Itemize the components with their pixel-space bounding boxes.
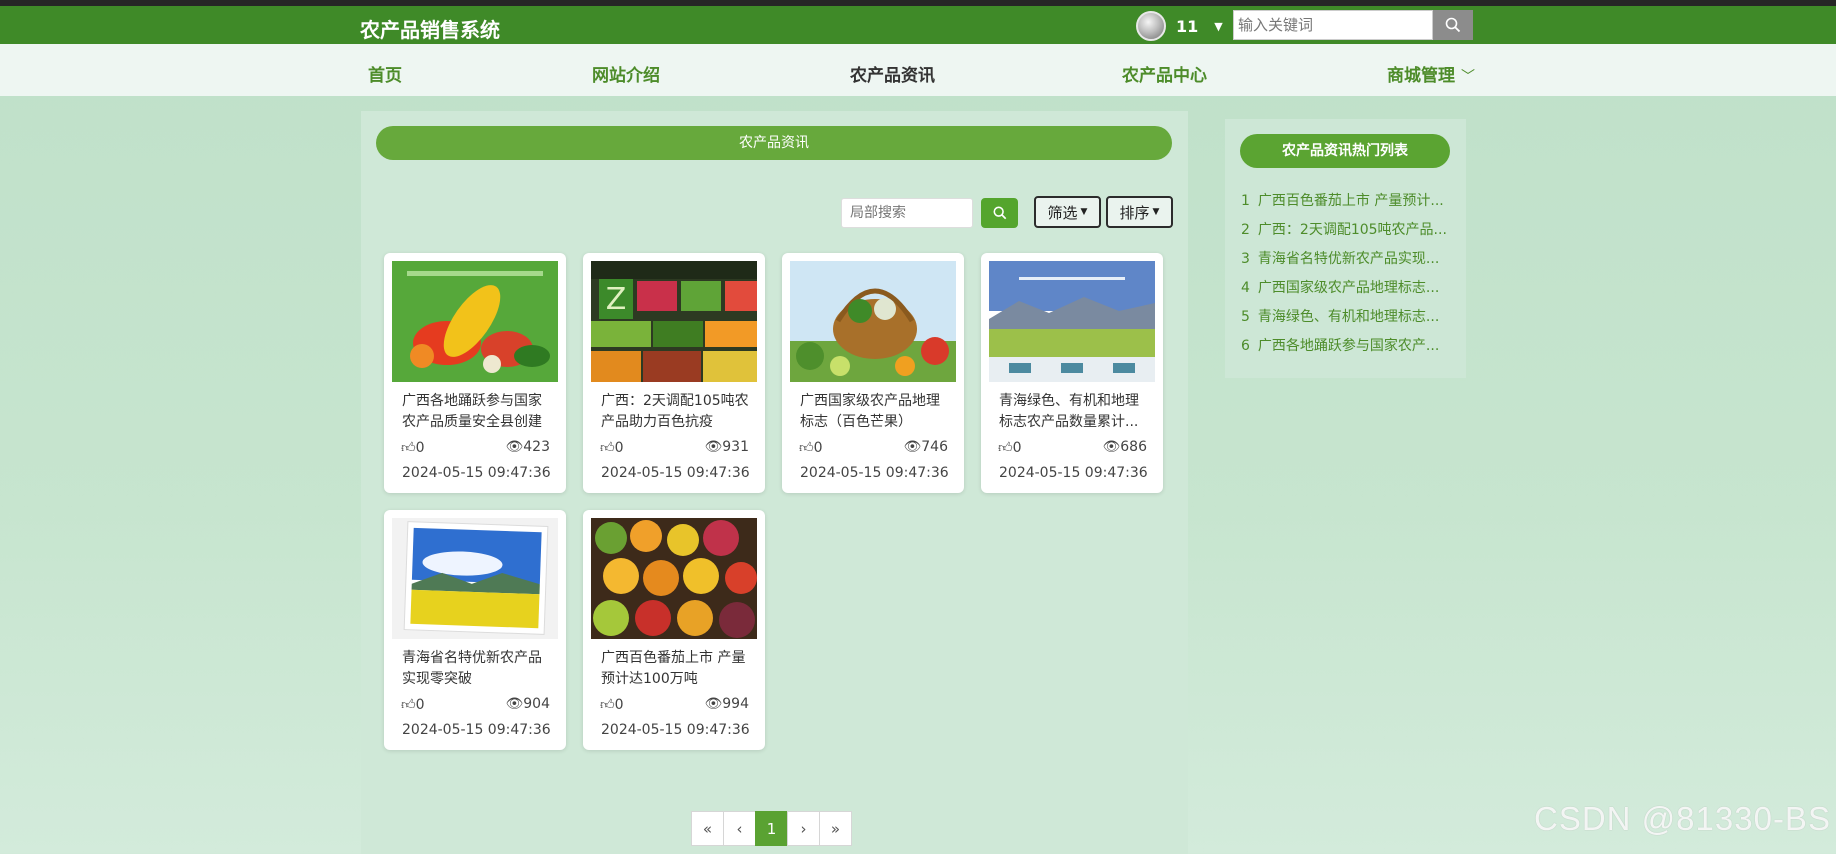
nav-products[interactable]: 农产品中心 [1122, 61, 1207, 86]
caret-down-icon: ▼ [1080, 207, 1088, 217]
page-last-button[interactable]: » [819, 811, 852, 846]
chevron-down-icon: ﹀ [1461, 69, 1475, 85]
view-count: 👁︎ 931 [704, 439, 749, 455]
news-thumbnail-canola-field[interactable] [392, 518, 558, 639]
hot-list-item[interactable]: 3 青海省名特优新农产品实现... [1241, 248, 1451, 277]
sort-label: 排序 [1119, 203, 1150, 222]
user-name[interactable]: 11 [1176, 17, 1198, 36]
page-current-button[interactable]: 1 [755, 811, 788, 846]
user-menu[interactable]: 11 ▼ [1136, 11, 1223, 41]
view-count: 👁︎ 686 [1102, 439, 1147, 455]
like-count[interactable]: 👍︎ 0 [600, 439, 624, 457]
search-input[interactable] [1233, 10, 1433, 40]
news-date: 2024-05-15 09:47:36 [601, 722, 750, 738]
nav-about[interactable]: 网站介绍 [592, 61, 660, 86]
pagination: « ‹ 1 › » [691, 811, 852, 846]
like-count[interactable]: 👍︎ 0 [600, 696, 624, 714]
news-card[interactable]: 广西各地踊跃参与国家农产品质量安全县创建 👍︎ 0 👁︎ 423 2024-05-1… [384, 253, 566, 493]
news-card[interactable]: 青海省名特优新农产品实现零突破 👍︎ 0 👁︎ 904 2024-05-15 09:… [384, 510, 566, 750]
like-count[interactable]: 👍︎ 0 [799, 439, 823, 457]
hot-list-item[interactable]: 4 广西国家级农产品地理标志... [1241, 277, 1451, 306]
news-card[interactable]: 青海绿色、有机和地理标志农产品数量累计... 👍︎ 0 👁︎ 686 2024-05… [981, 253, 1163, 493]
search-icon [1445, 17, 1461, 33]
news-thumbnail-produce-shelf[interactable]: Z [591, 261, 757, 382]
main-nav: 首页 网站介绍 农产品资讯 农产品中心 商城管理 ﹀ [0, 44, 1836, 96]
news-date: 2024-05-15 09:47:36 [402, 465, 551, 481]
nav-mall-label: 商城管理 [1387, 66, 1455, 86]
thumbs-up-icon: 👍︎ [401, 697, 416, 713]
news-thumbnail-vegetables[interactable] [392, 261, 558, 382]
thumbs-up-icon: 👍︎ [600, 697, 615, 713]
eye-icon: 👁︎ [1102, 439, 1121, 455]
filter-label: 筛选 [1047, 203, 1078, 222]
news-card-title[interactable]: 青海绿色、有机和地理标志农产品数量累计... [999, 391, 1149, 433]
news-card-title[interactable]: 广西各地踊跃参与国家农产品质量安全县创建 [402, 391, 552, 433]
page-next-button[interactable]: › [787, 811, 820, 846]
news-date: 2024-05-15 09:47:36 [402, 722, 551, 738]
watermark: CSDN @81330-BS [1534, 800, 1831, 837]
thumbs-up-icon: 👍︎ [799, 440, 814, 456]
like-count[interactable]: 👍︎ 0 [401, 439, 425, 457]
view-count: 👁︎ 994 [704, 696, 749, 712]
hot-list-item[interactable]: 5 青海绿色、有机和地理标志... [1241, 306, 1451, 335]
hot-list-title: 农产品资讯热门列表 [1240, 134, 1450, 168]
page-first-button[interactable]: « [691, 811, 724, 846]
nav-mall-management[interactable]: 商城管理 ﹀ [1387, 61, 1475, 86]
hot-list-item[interactable]: 2 广西：2天调配105吨农产品... [1241, 219, 1451, 248]
eye-icon: 👁︎ [505, 439, 524, 455]
thumbs-up-icon: 👍︎ [998, 440, 1013, 456]
news-thumbnail-basket[interactable] [790, 261, 956, 382]
hot-list: 1 广西百色番茄上市 产量预计... 2 广西：2天调配105吨农产品... 3 青海… [1241, 190, 1451, 364]
eye-icon: 👁︎ [505, 696, 524, 712]
section-title: 农产品资讯 [376, 126, 1172, 160]
news-card-title[interactable]: 广西：2天调配105吨农产品助力百色抗疫 [601, 391, 751, 433]
like-count[interactable]: 👍︎ 0 [401, 696, 425, 714]
view-count: 👁︎ 423 [505, 439, 550, 455]
news-card-title[interactable]: 广西国家级农产品地理标志（百色芒果） [800, 391, 950, 433]
view-count: 👁︎ 904 [505, 696, 550, 712]
filter-dropdown[interactable]: 筛选 ▼ [1034, 196, 1101, 228]
site-title[interactable]: 农产品销售系统 [360, 14, 500, 43]
news-card[interactable]: Z 广西：2天调配105吨农产品助力百色抗疫 👍︎ 0 👁︎ 931 2024-05… [583, 253, 765, 493]
news-thumbnail-fruits[interactable] [591, 518, 757, 639]
nav-home[interactable]: 首页 [368, 61, 402, 86]
like-count[interactable]: 👍︎ 0 [998, 439, 1022, 457]
svg-text:Z: Z [606, 282, 627, 317]
news-date: 2024-05-15 09:47:36 [800, 465, 949, 481]
caret-down-icon[interactable]: ▼ [1214, 20, 1222, 33]
hot-list-item[interactable]: 1 广西百色番茄上市 产量预计... [1241, 190, 1451, 219]
search-icon [993, 206, 1006, 220]
nav-news[interactable]: 农产品资讯 [850, 61, 935, 86]
news-card-title[interactable]: 广西百色番茄上市 产量预计达100万吨 [601, 648, 751, 690]
news-card[interactable]: 广西国家级农产品地理标志（百色芒果） 👍︎ 0 👁︎ 746 2024-05-15 … [782, 253, 964, 493]
sort-dropdown[interactable]: 排序 ▼ [1106, 196, 1173, 228]
thumbs-up-icon: 👍︎ [600, 440, 615, 456]
search-button[interactable] [1433, 10, 1473, 40]
page-prev-button[interactable]: ‹ [723, 811, 756, 846]
news-panel: 农产品资讯 筛选▼ 排序▼ 广西各地踊跃参与国家农产品质量安全县创建 [361, 111, 1188, 854]
eye-icon: 👁︎ [903, 439, 922, 455]
news-card[interactable]: 广西百色番茄上市 产量预计达100万吨 👍︎ 0 👁︎ 994 2024-05-15… [583, 510, 765, 750]
hot-list-panel: 农产品资讯热门列表 1 广西百色番茄上市 产量预计... 2 广西：2天调配105吨… [1225, 119, 1466, 378]
header-search [1233, 10, 1473, 40]
top-bar: 农产品销售系统 11 ▼ [0, 0, 1836, 44]
news-date: 2024-05-15 09:47:36 [999, 465, 1148, 481]
hot-list-item[interactable]: 6 广西各地踊跃参与国家农产... [1241, 335, 1451, 364]
local-search-button[interactable] [981, 198, 1018, 228]
avatar[interactable] [1136, 11, 1166, 41]
news-card-title[interactable]: 青海省名特优新农产品实现零突破 [402, 648, 552, 690]
eye-icon: 👁︎ [704, 439, 723, 455]
thumbs-up-icon: 👍︎ [401, 440, 416, 456]
caret-down-icon: ▼ [1152, 207, 1160, 217]
news-date: 2024-05-15 09:47:36 [601, 465, 750, 481]
view-count: 👁︎ 746 [903, 439, 948, 455]
news-thumbnail-grassland[interactable] [989, 261, 1155, 382]
local-search-input[interactable] [841, 198, 973, 228]
eye-icon: 👁︎ [704, 696, 723, 712]
